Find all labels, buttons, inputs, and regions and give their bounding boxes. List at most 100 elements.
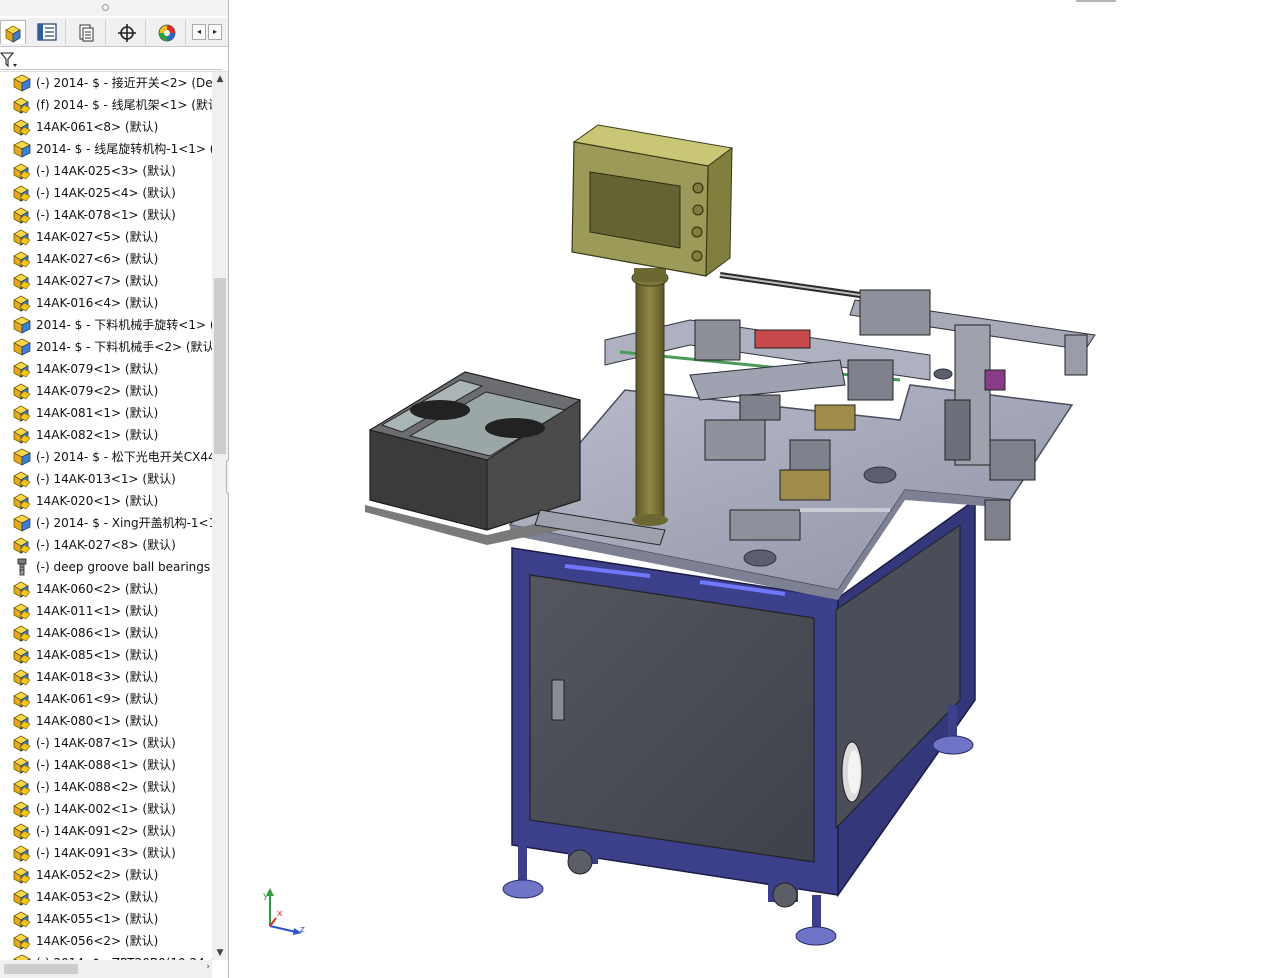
subassembly-icon [12, 316, 32, 334]
tree-item[interactable]: (-) 14AK-027<8> (默认) [0, 534, 212, 556]
tree-item[interactable]: 14AK-061<8> (默认) [0, 116, 212, 138]
tree-item[interactable]: (-) 14AK-091<3> (默认) [0, 842, 212, 864]
tree-item-label: 14AK-079<1> (默认) [36, 362, 159, 376]
tree-item-label: 14AK-085<1> (默认) [36, 648, 159, 662]
display-manager-icon [158, 24, 176, 42]
tree-item[interactable]: 14AK-016<4> (默认) [0, 292, 212, 314]
tree-item[interactable]: (-) 14AK-088<2> (默认) [0, 776, 212, 798]
tree-item-label: (-) 14AK-025<3> (默认) [36, 164, 176, 178]
tab-dimxpert[interactable] [108, 20, 146, 44]
tree-item[interactable]: (f) 2014- $ - 线尾机架<1> (默认 [0, 94, 212, 116]
scroll-thumb[interactable] [214, 278, 226, 454]
tree-item[interactable]: 14AK-011<1> (默认) [0, 600, 212, 622]
tab-configuration-manager[interactable] [68, 20, 106, 44]
tree-item-label: 14AK-056<2> (默认) [36, 934, 159, 948]
part-icon [12, 360, 32, 378]
toolbox-part-icon [12, 558, 32, 576]
tree-item[interactable]: (-) 2014- $ - 松下光电开关CX44 [0, 446, 212, 468]
tree-item[interactable]: (-) 14AK-078<1> (默认) [0, 204, 212, 226]
hscroll-right-button[interactable]: › [206, 962, 210, 972]
tree-item[interactable]: (-) 14AK-088<1> (默认) [0, 754, 212, 776]
tree-filter-bar [0, 47, 228, 72]
part-icon [12, 382, 32, 400]
tree-item-label: (-) 14AK-088<2> (默认) [36, 780, 176, 794]
part-icon [12, 624, 32, 642]
part-icon [12, 734, 32, 752]
tree-item-label: 14AK-061<8> (默认) [36, 120, 159, 134]
hscroll-thumb[interactable] [4, 964, 78, 974]
tree-item[interactable]: 14AK-060<2> (默认) [0, 578, 212, 600]
tree-item[interactable]: (-) 2014- $ - ZPT20B0(10.24.4 [0, 952, 212, 960]
tree-item[interactable]: 14AK-055<1> (默认) [0, 908, 212, 930]
tree-item[interactable]: 14AK-082<1> (默认) [0, 424, 212, 446]
tree-item[interactable]: 14AK-027<7> (默认) [0, 270, 212, 292]
tree-item[interactable]: (-) 14AK-025<3> (默认) [0, 160, 212, 182]
tree-item[interactable]: (-) 14AK-002<1> (默认) [0, 798, 212, 820]
tree-item-label: 2014- $ - 下料机械手旋转<1> ( [36, 318, 212, 332]
tree-item[interactable]: (-) 14AK-091<2> (默认) [0, 820, 212, 842]
tree-item[interactable]: 14AK-056<2> (默认) [0, 930, 212, 952]
tree-horizontal-scrollbar[interactable]: › [0, 960, 212, 978]
tree-item[interactable]: 14AK-079<1> (默认) [0, 358, 212, 380]
assembly-tree-icon [5, 25, 21, 43]
tree-item[interactable]: (-) deep groove ball bearings [0, 556, 212, 578]
filter-icon[interactable] [0, 51, 20, 69]
part-icon [12, 822, 32, 840]
tree-vertical-scrollbar[interactable]: ▲ ▼ [212, 72, 228, 960]
tree-item[interactable]: 14AK-018<3> (默认) [0, 666, 212, 688]
part-icon [12, 866, 32, 884]
tree-item[interactable]: 2014- $ - 下料机械手<2> (默认 [0, 336, 212, 358]
part-icon [12, 690, 32, 708]
tree-item-label: 14AK-011<1> (默认) [36, 604, 159, 618]
graphics-viewport[interactable]: y x z [229, 0, 1271, 978]
tree-item[interactable]: 2014- $ - 线尾旋转机构-1<1> ( [0, 138, 212, 160]
tree-item-label: (-) 14AK-078<1> (默认) [36, 208, 176, 222]
tab-scroll-right-button[interactable]: ▸ [208, 24, 222, 40]
tree-item[interactable]: 14AK-052<2> (默认) [0, 864, 212, 886]
tree-item-label: 14AK-027<7> (默认) [36, 274, 159, 288]
scroll-up-button[interactable]: ▲ [212, 72, 228, 86]
panel-grip[interactable] [0, 0, 228, 16]
part-icon [12, 888, 32, 906]
part-icon [12, 184, 32, 202]
tab-display-manager[interactable] [148, 20, 186, 44]
tree-item[interactable]: 14AK-020<1> (默认) [0, 490, 212, 512]
tree-item[interactable]: 2014- $ - 下料机械手旋转<1> ( [0, 314, 212, 336]
tab-assembly-tree[interactable] [0, 20, 26, 44]
property-manager-icon [37, 23, 57, 41]
subassembly-icon [12, 448, 32, 466]
subassembly-icon [12, 74, 32, 92]
tree-item[interactable]: (-) 14AK-087<1> (默认) [0, 732, 212, 754]
tree-item[interactable]: 14AK-027<6> (默认) [0, 248, 212, 270]
tree-item-label: 14AK-080<1> (默认) [36, 714, 159, 728]
machine-model[interactable] [229, 0, 1271, 978]
part-icon [12, 206, 32, 224]
triad-z-label: z [300, 925, 305, 935]
tree-item[interactable]: (-) 14AK-025<4> (默认) [0, 182, 212, 204]
part-icon [12, 668, 32, 686]
part-icon [12, 272, 32, 290]
tab-scroll-left-button[interactable]: ◂ [192, 24, 206, 40]
feature-tree: (-) 2014- $ - 接近开关<2> (Def (f) 2014- $ - … [0, 72, 212, 960]
scroll-down-button[interactable]: ▼ [212, 946, 228, 960]
tree-item[interactable]: 14AK-085<1> (默认) [0, 644, 212, 666]
tree-item[interactable]: 14AK-086<1> (默认) [0, 622, 212, 644]
subassembly-icon [12, 338, 32, 356]
tree-item[interactable]: (-) 2014- $ - 接近开关<2> (Def [0, 72, 212, 94]
tree-item[interactable]: (-) 14AK-013<1> (默认) [0, 468, 212, 490]
tree-item[interactable]: 14AK-081<1> (默认) [0, 402, 212, 424]
coordinate-triad: y x z [263, 888, 305, 935]
tree-item-label: 14AK-027<5> (默认) [36, 230, 159, 244]
tab-property-manager[interactable] [28, 20, 66, 44]
tree-item[interactable]: (-) 2014- $ - Xing开盖机构-1<1 [0, 512, 212, 534]
tree-item-label: (-) 14AK-013<1> (默认) [36, 472, 176, 486]
tree-item-label: (-) 2014- $ - 接近开关<2> (Def [36, 76, 212, 90]
tree-item-label: 14AK-053<2> (默认) [36, 890, 159, 904]
tree-item[interactable]: 14AK-079<2> (默认) [0, 380, 212, 402]
tree-item[interactable]: 14AK-061<9> (默认) [0, 688, 212, 710]
part-icon [12, 294, 32, 312]
part-icon [12, 426, 32, 444]
tree-item[interactable]: 14AK-053<2> (默认) [0, 886, 212, 908]
tree-item[interactable]: 14AK-027<5> (默认) [0, 226, 212, 248]
tree-item[interactable]: 14AK-080<1> (默认) [0, 710, 212, 732]
